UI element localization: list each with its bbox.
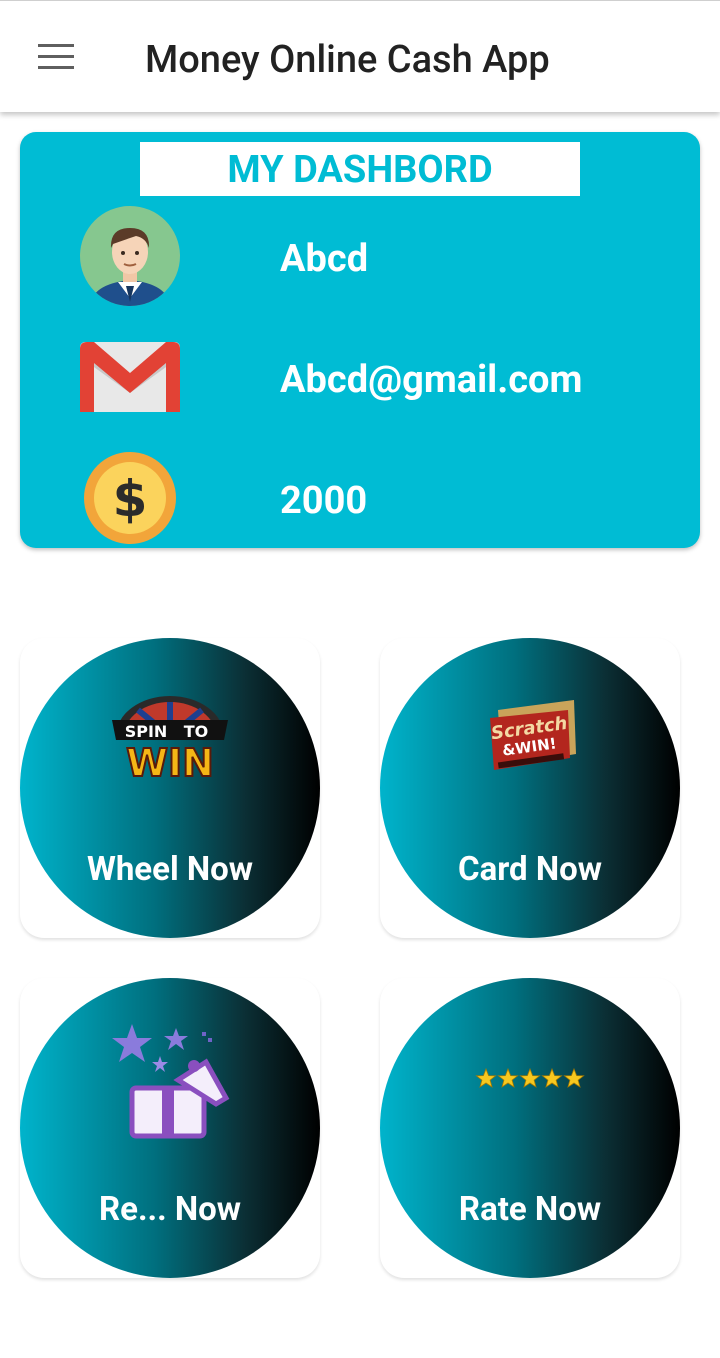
spin-to-win-logo: SPIN TO WIN — [112, 696, 228, 782]
rate-now-tile[interactable]: Rate Now — [380, 978, 680, 1278]
tile-disc — [20, 638, 320, 938]
coin-balance: 2000 — [280, 479, 368, 523]
referral-tile[interactable]: Re... Now — [20, 978, 320, 1278]
rate-now-label: Rate Now — [458, 1190, 602, 1229]
scratch-and-win-logo: Scratch &WIN! — [490, 700, 576, 770]
tile-disc — [380, 978, 680, 1278]
svg-text:TO: TO — [184, 722, 209, 741]
dashboard-title: MY DASHBORD — [140, 142, 580, 196]
user-name: Abcd — [280, 237, 369, 281]
card-now-tile[interactable]: Scratch &WIN! Card Now — [380, 638, 680, 938]
dashboard-card: MY DASHBORD Abcd Abcd@gmail.com $ 2000 — [20, 132, 700, 548]
user-email: Abcd@gmail.com — [280, 358, 583, 402]
wheel-now-tile[interactable]: SPIN TO WIN Wheel Now — [20, 638, 320, 938]
tile-disc — [380, 638, 680, 938]
svg-text:SPIN: SPIN — [125, 722, 168, 741]
hamburger-menu-icon[interactable] — [28, 31, 84, 83]
card-now-label: Card Now — [458, 850, 602, 889]
svg-text:WIN: WIN — [126, 741, 214, 782]
gmail-icon — [80, 342, 180, 412]
referral-label: Re... Now — [98, 1190, 242, 1229]
five-stars-icon — [475, 1068, 585, 1088]
dollar-coin-icon: $ — [84, 452, 176, 544]
app-bar: Money Online Cash App — [0, 0, 720, 112]
app-title: Money Online Cash App — [145, 38, 550, 82]
svg-text:$: $ — [113, 470, 148, 528]
gift-box-stars-icon — [112, 1024, 230, 1139]
wheel-now-label: Wheel Now — [86, 850, 254, 889]
user-avatar-icon — [80, 206, 180, 306]
